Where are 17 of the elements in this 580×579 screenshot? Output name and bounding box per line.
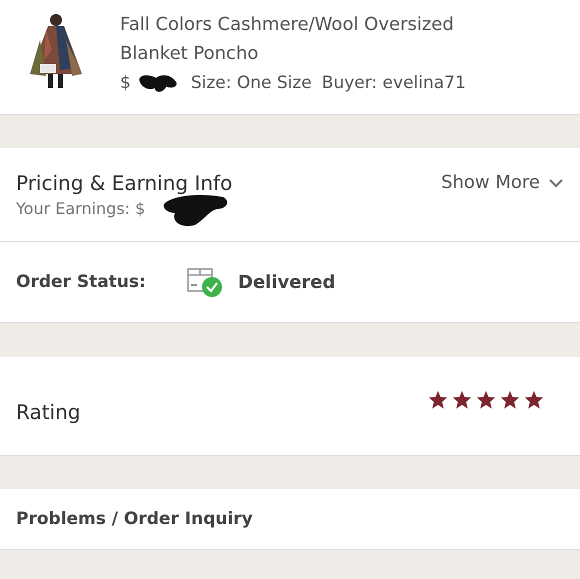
- rating-label: Rating: [16, 400, 80, 424]
- star-icon: [476, 390, 496, 408]
- order-status-value: Delivered: [238, 272, 336, 292]
- earnings-label: Your Earnings: $: [16, 199, 146, 218]
- item-title: Fall Colors Cashmere/Wool Oversized Blanket Poncho: [120, 13, 455, 66]
- order-status-label: Order Status:: [16, 272, 147, 292]
- item-buyer: Buyer: evelina71: [322, 72, 466, 95]
- item-size: Size: One Size: [190, 72, 312, 95]
- item-price: $: [120, 72, 131, 95]
- section-title: Pricing & Earning Info: [16, 171, 232, 195]
- problems-label: Problems / Order Inquiry: [16, 509, 253, 529]
- star-icon: [524, 390, 544, 408]
- star-icon: [500, 390, 520, 408]
- problems-row[interactable]: Problems / Order Inquiry: [0, 489, 580, 549]
- show-more-button[interactable]: Show More: [441, 172, 564, 193]
- star-icon: [452, 390, 472, 408]
- star-icon: [428, 390, 448, 408]
